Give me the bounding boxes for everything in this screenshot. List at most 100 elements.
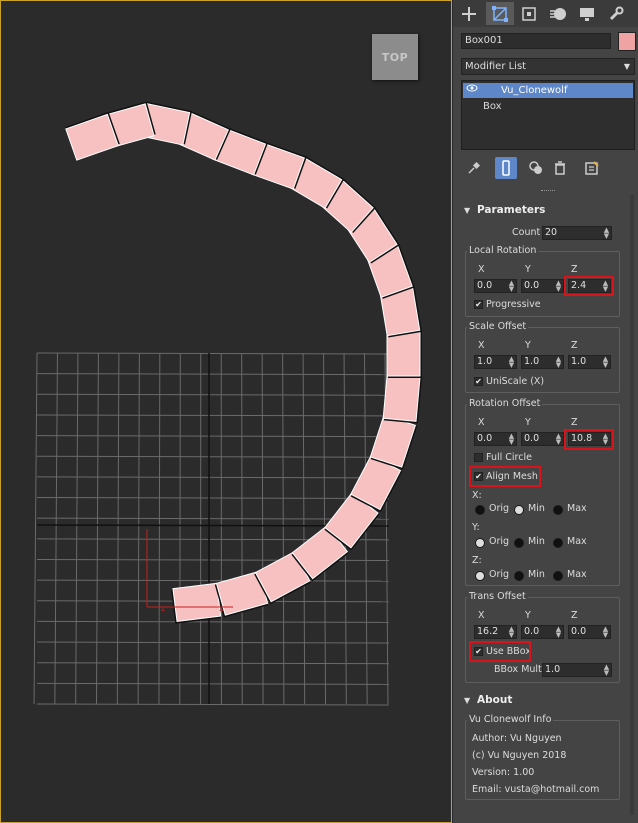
- rollout-collapse-icon[interactable]: ▼: [464, 696, 470, 705]
- stack-item-box[interactable]: Box: [463, 99, 633, 114]
- spinner-arrows-icon[interactable]: ▲ ▼: [555, 280, 562, 293]
- scale-offset-x-spinner[interactable]: 1.0 ▲ ▼: [474, 355, 517, 369]
- pin-stack-button[interactable]: [463, 157, 485, 179]
- rotation-offset-y-spinner[interactable]: 0.0 ▲ ▼: [521, 432, 564, 446]
- viewcube-label: TOP: [381, 50, 409, 64]
- rotation-offset-x-spinner[interactable]: 0.0 ▲ ▼: [474, 432, 517, 446]
- viewcube[interactable]: TOP: [372, 34, 418, 80]
- spinner-arrows-icon[interactable]: ▲ ▼: [602, 626, 609, 639]
- highlight-rotation-offset-z: [564, 429, 614, 450]
- scale-offset-y-spinner[interactable]: 1.0 ▲ ▼: [521, 355, 564, 369]
- spinner-arrows-icon[interactable]: ▲ ▼: [603, 664, 610, 677]
- show-end-result-icon: [502, 160, 510, 176]
- trash-icon: [555, 161, 565, 175]
- modifier-list-dropdown[interactable]: Modifier List ▼: [461, 58, 635, 75]
- local-rotation-x-spinner[interactable]: 0.0 ▲ ▼: [474, 279, 517, 293]
- x-label: X: [478, 264, 485, 275]
- grid-line: [36, 662, 390, 665]
- spinner-arrows-icon[interactable]: ▲ ▼: [508, 356, 515, 369]
- y-min-radio[interactable]: [514, 538, 524, 548]
- local-rotation-y-spinner[interactable]: 0.0 ▲ ▼: [521, 279, 564, 293]
- rollout-collapse-icon[interactable]: ▼: [464, 206, 470, 215]
- z-label: Z: [571, 264, 578, 275]
- spinner-arrows-icon[interactable]: ▲ ▼: [603, 227, 610, 240]
- make-unique-button[interactable]: [525, 157, 547, 179]
- grid-line: [282, 352, 285, 705]
- eye-icon[interactable]: [466, 83, 478, 98]
- grid-line: [302, 352, 306, 705]
- grid-line: [36, 497, 390, 500]
- grid-line: [261, 352, 264, 705]
- cloned-box: [171, 582, 222, 624]
- remove-modifier-button[interactable]: [549, 157, 571, 179]
- utilities-tab[interactable]: [602, 2, 630, 25]
- y-label: Y: [525, 417, 531, 428]
- uniscale-checkbox[interactable]: ✔: [474, 377, 483, 386]
- x-label: X: [478, 610, 485, 621]
- top-viewport[interactable]: xz TOP: [0, 0, 452, 823]
- motion-tab[interactable]: [544, 2, 572, 25]
- progressive-checkbox[interactable]: ✔: [474, 300, 483, 309]
- modifier-stack: Vu_Clonewolf Box: [461, 80, 635, 150]
- spinner-arrows-icon[interactable]: ▲ ▼: [508, 626, 515, 639]
- bbox-mult-spinner[interactable]: 1.0 ▲ ▼: [542, 663, 612, 677]
- count-spinner[interactable]: 20 ▲ ▼: [542, 226, 612, 240]
- hierarchy-tab[interactable]: [515, 2, 543, 25]
- spinner-arrows-icon[interactable]: ▲ ▼: [508, 280, 515, 293]
- spinner-value: 0.0: [571, 626, 587, 637]
- trans-offset-y-spinner[interactable]: 0.0 ▲ ▼: [521, 625, 564, 639]
- object-color-swatch[interactable]: [618, 32, 636, 51]
- spinner-arrows-icon[interactable]: ▲ ▼: [555, 356, 562, 369]
- y-label: Y: [525, 610, 531, 621]
- z-min-radio[interactable]: [514, 571, 524, 581]
- progressive-label: Progressive: [486, 299, 541, 310]
- spinner-arrows-icon[interactable]: ▲ ▼: [555, 626, 562, 639]
- spinner-arrows-icon[interactable]: ▲ ▼: [555, 433, 562, 446]
- stack-item-vu-clonewolf[interactable]: Vu_Clonewolf: [463, 83, 633, 98]
- grid-line: [95, 352, 99, 705]
- spinner-arrows-icon[interactable]: ▲ ▼: [602, 356, 609, 369]
- parameters-title[interactable]: Parameters: [477, 204, 545, 216]
- trans-offset-x-spinner[interactable]: 16.2 ▲ ▼: [474, 625, 517, 639]
- cloned-box: [386, 331, 422, 378]
- x-max-radio[interactable]: [553, 505, 563, 515]
- scale-offset-z-spinner[interactable]: 1.0 ▲ ▼: [568, 355, 611, 369]
- grid-line: [137, 352, 140, 705]
- y-max-radio[interactable]: [553, 538, 563, 548]
- min-label: Min: [528, 503, 545, 514]
- panel-scrollbar[interactable]: [630, 195, 634, 815]
- y-orig-radio[interactable]: [475, 538, 485, 548]
- x-min-radio[interactable]: [514, 505, 524, 515]
- z-max-radio[interactable]: [553, 571, 563, 581]
- viewport-canvas[interactable]: xz: [1, 1, 452, 823]
- object-name-field[interactable]: Box001: [461, 33, 611, 49]
- x-label: X: [478, 340, 485, 351]
- x-orig-radio[interactable]: [475, 505, 485, 515]
- grid-line: [54, 352, 58, 705]
- grid-line: [179, 352, 181, 705]
- spinner-value: 1.0: [477, 356, 493, 367]
- grid-line: [36, 641, 390, 644]
- full-circle-checkbox[interactable]: [474, 453, 483, 462]
- show-end-result-button[interactable]: [495, 157, 517, 179]
- make-unique-icon: [529, 161, 542, 174]
- display-tab[interactable]: [573, 2, 601, 25]
- utilities-icon: [609, 6, 624, 20]
- about-info-title: Vu Clonewolf Info: [467, 714, 554, 725]
- local-rotation-title: Local Rotation: [467, 245, 539, 256]
- gizmo-x-label: x: [219, 604, 224, 613]
- display-icon: [580, 7, 594, 21]
- trans-offset-z-spinner[interactable]: 0.0 ▲ ▼: [568, 625, 611, 639]
- configure-modifier-sets-button[interactable]: [581, 157, 603, 179]
- z-orig-radio[interactable]: [475, 571, 485, 581]
- orig-label: Orig: [489, 569, 510, 580]
- modify-tab[interactable]: [486, 2, 514, 25]
- about-title[interactable]: About: [477, 694, 512, 706]
- modify-icon: [492, 5, 508, 22]
- z-label: Z: [571, 610, 578, 621]
- create-tab[interactable]: [455, 2, 483, 25]
- stack-item-label: Box: [483, 101, 502, 112]
- spinner-arrows-icon[interactable]: ▲ ▼: [508, 433, 515, 446]
- grid-line: [36, 682, 390, 685]
- spinner-value: 0.0: [477, 280, 493, 291]
